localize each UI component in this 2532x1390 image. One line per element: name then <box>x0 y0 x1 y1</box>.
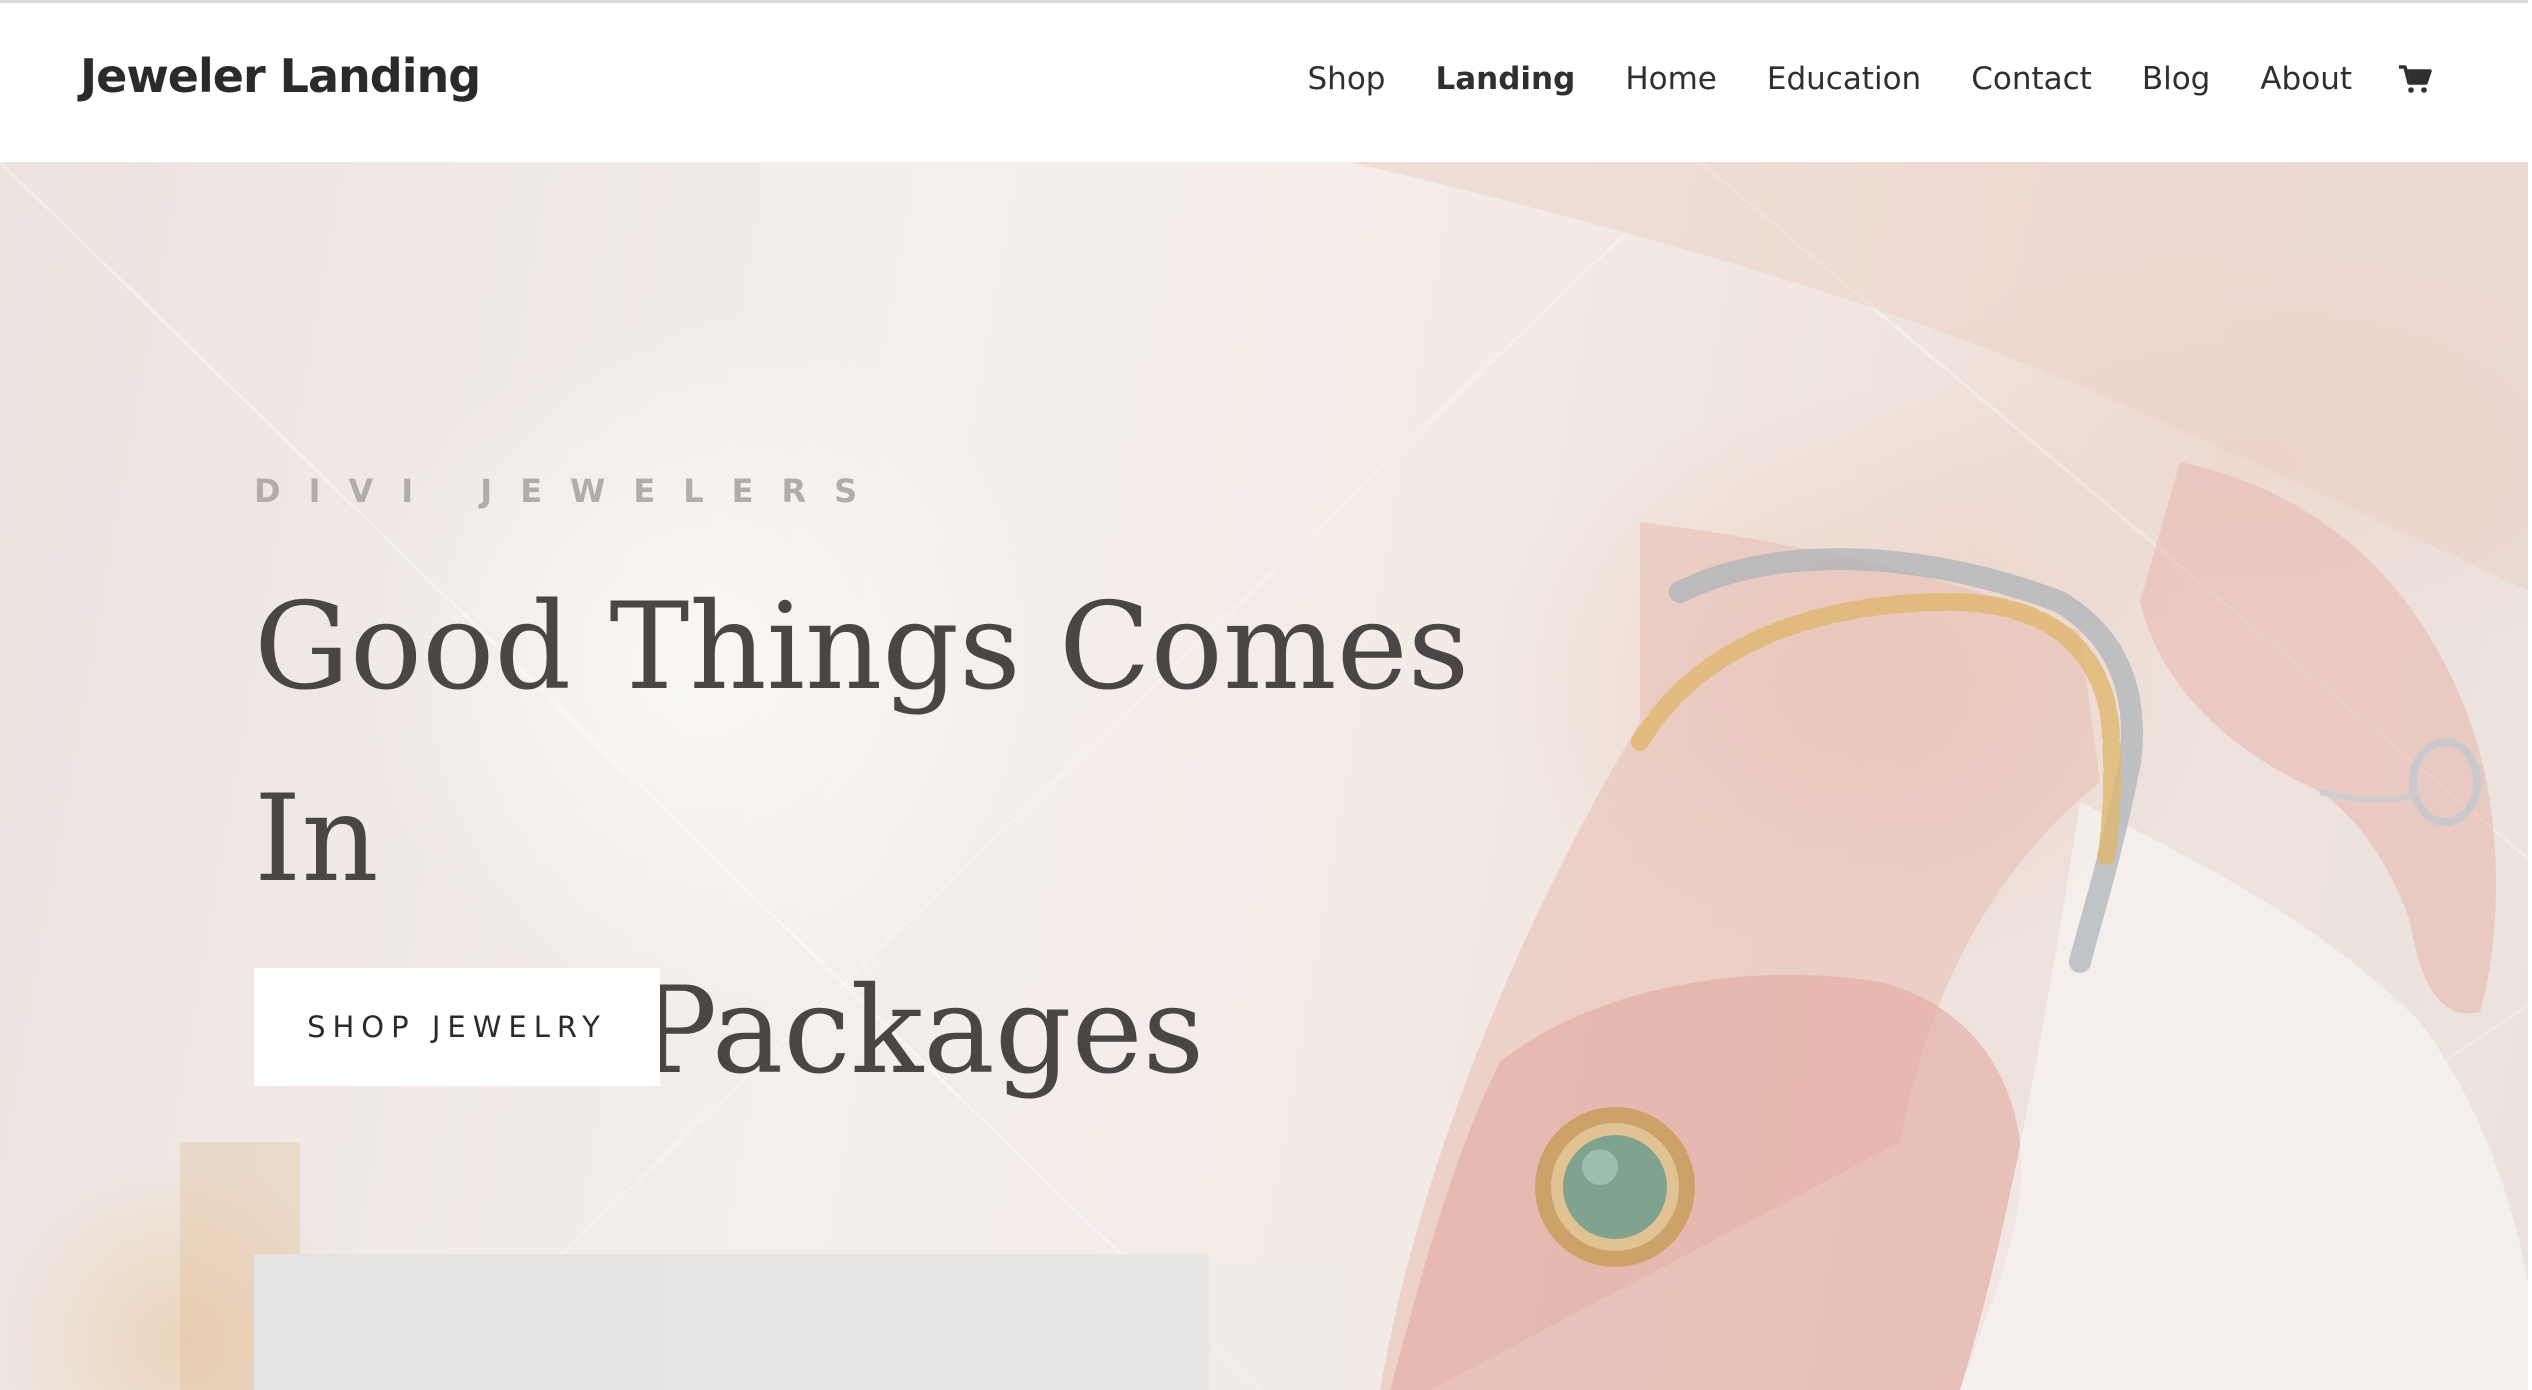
site-logo[interactable]: Jeweler Landing <box>80 49 481 103</box>
nav-item-contact[interactable]: Contact <box>1971 61 2092 97</box>
hero-eyebrow: DIVI JEWELERS <box>254 472 886 510</box>
nav-item-education[interactable]: Education <box>1767 61 1921 97</box>
nav-item-blog[interactable]: Blog <box>2142 61 2211 97</box>
bottom-preview-card <box>254 1254 1210 1390</box>
nav-item-landing[interactable]: Landing <box>1435 61 1575 97</box>
bottom-preview-strip <box>1210 1260 1342 1390</box>
nav-item-shop[interactable]: Shop <box>1308 61 1386 97</box>
hero-section: DIVI JEWELERS Good Things Comes In Small… <box>0 162 2532 1390</box>
hero-headline-line-1: Good Things Comes In <box>254 578 1470 909</box>
main-nav: Shop Landing Home Education Contact Blog… <box>1258 61 2433 97</box>
nav-item-about[interactable]: About <box>2260 61 2352 97</box>
window-edge <box>2528 0 2532 1390</box>
nav-item-home[interactable]: Home <box>1625 61 1717 97</box>
site-header: Jeweler Landing Shop Landing Home Educat… <box>0 0 2532 162</box>
cart-icon[interactable] <box>2398 64 2432 94</box>
shop-jewelry-button[interactable]: SHOP JEWELRY <box>254 968 660 1086</box>
